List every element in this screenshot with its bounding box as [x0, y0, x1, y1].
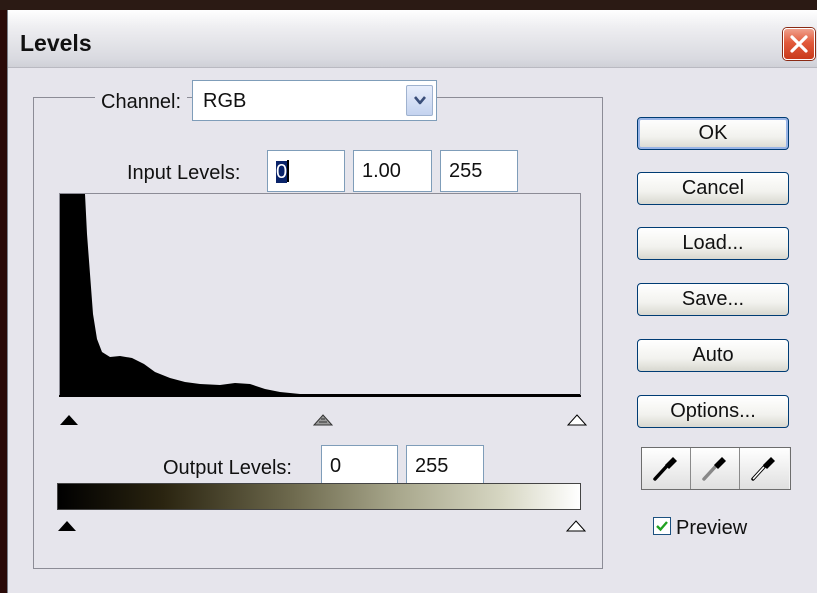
histogram-curve: [60, 194, 580, 395]
channel-label: Channel:: [95, 91, 188, 114]
chevron-down-icon: [414, 96, 426, 105]
checkmark-icon: [656, 521, 668, 532]
options-button[interactable]: Options...: [637, 395, 789, 428]
black-eyedropper-button[interactable]: [642, 448, 691, 489]
gray-eyedropper-button[interactable]: [691, 448, 740, 489]
close-x-icon: [790, 35, 808, 53]
output-white-slider[interactable]: [566, 520, 586, 532]
auto-button[interactable]: Auto: [637, 339, 789, 372]
white-eyedropper-button[interactable]: [740, 448, 789, 489]
input-black-field[interactable]: 0: [267, 150, 345, 192]
input-black-slider[interactable]: [59, 414, 79, 426]
input-gamma-field[interactable]: 1.00: [353, 150, 432, 192]
eyedropper-gray-icon: [702, 457, 726, 481]
group-line-gap: [446, 98, 602, 99]
histogram: [59, 193, 581, 396]
channel-select[interactable]: RGB: [192, 80, 437, 121]
histogram-baseline: [59, 395, 581, 397]
preview-checkbox[interactable]: [653, 517, 671, 535]
channel-dropdown-button[interactable]: [406, 85, 433, 116]
input-gamma-slider[interactable]: [313, 414, 333, 426]
channel-select-value: RGB: [203, 90, 247, 112]
load-button[interactable]: Load...: [637, 227, 789, 260]
preview-label[interactable]: Preview: [676, 517, 747, 540]
eyedropper-white-icon: [751, 457, 775, 481]
output-white-field[interactable]: 255: [406, 445, 484, 487]
eyedropper-black-icon: [653, 457, 677, 481]
input-white-slider[interactable]: [567, 414, 587, 426]
input-white-field[interactable]: 255: [440, 150, 518, 192]
dialog-title: Levels: [20, 30, 92, 56]
title-bar[interactable]: Levels: [8, 10, 817, 68]
close-button[interactable]: [783, 28, 815, 60]
ok-button[interactable]: OK: [637, 117, 789, 150]
input-levels-label: Input Levels:: [127, 162, 241, 184]
background-desktop-top: [0, 0, 817, 10]
output-black-slider[interactable]: [57, 520, 77, 532]
input-black-value: 0: [276, 161, 288, 183]
text-caret: [287, 160, 290, 182]
output-gradient-bar: [57, 483, 581, 510]
output-levels-label: Output Levels:: [163, 457, 292, 479]
histogram-graph: [60, 194, 580, 395]
cancel-button[interactable]: Cancel: [637, 172, 789, 205]
output-black-field[interactable]: 0: [321, 445, 398, 487]
save-button[interactable]: Save...: [637, 283, 789, 316]
eyedropper-tools: [641, 447, 791, 490]
